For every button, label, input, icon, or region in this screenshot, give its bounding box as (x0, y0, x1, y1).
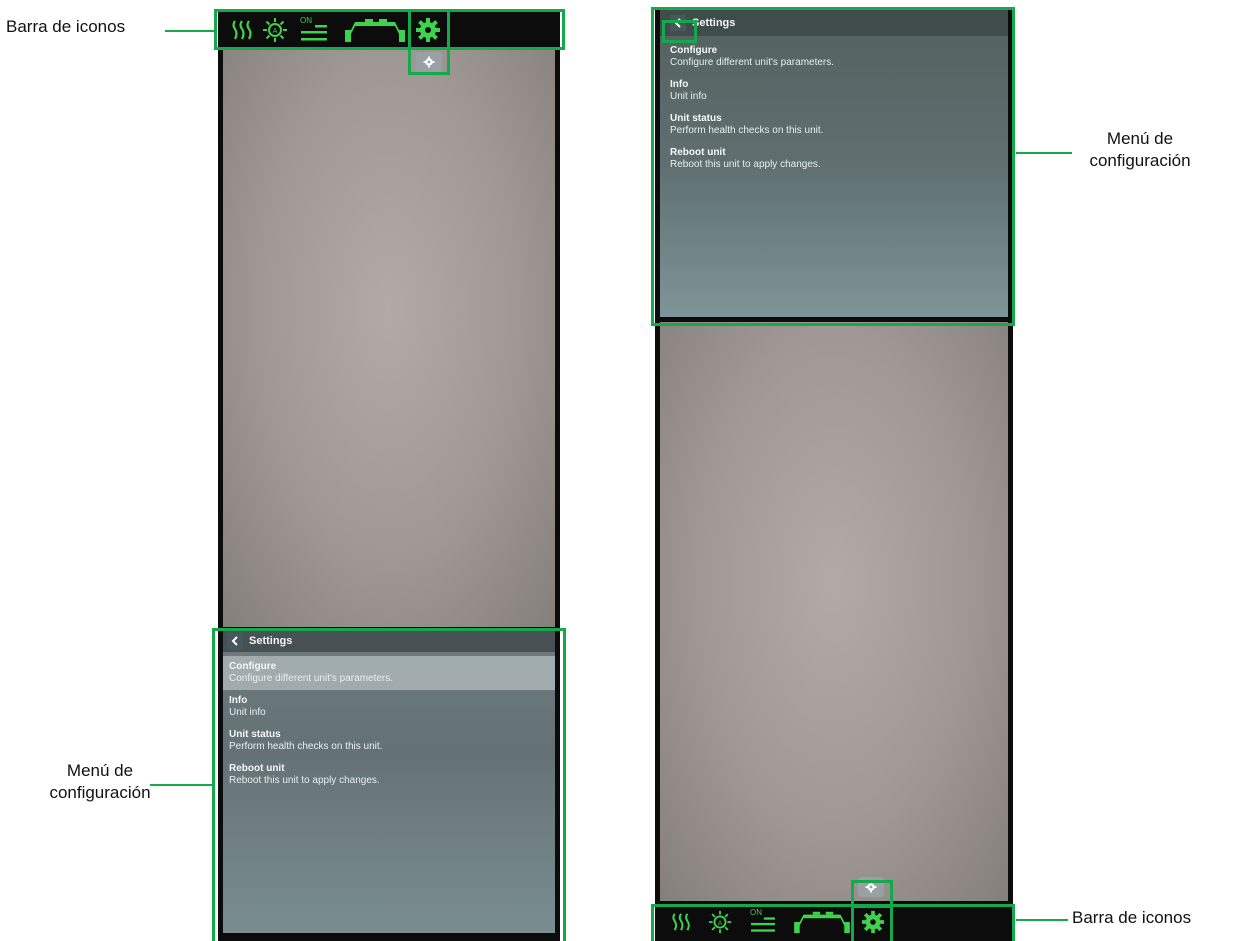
annotation-line (165, 30, 215, 32)
main-screen (223, 50, 555, 627)
annotation-line (150, 784, 212, 786)
config-menu-highlight (212, 628, 566, 941)
icon-bar-highlight (651, 904, 1015, 941)
back-button-highlight (662, 20, 697, 43)
icon-bar-annotation: Barra de iconos (1072, 908, 1192, 927)
gear-button-highlight (408, 47, 450, 75)
main-screen (660, 322, 1008, 901)
annotation-line (1016, 919, 1068, 921)
gear-icon-highlight (408, 9, 450, 50)
config-menu-annotation: Menú de configuración (1089, 129, 1191, 170)
icon-bar-annotation: Barra de iconos (6, 17, 126, 36)
gear-icon-highlight (851, 904, 893, 941)
config-menu-annotation: Menú de configuración (49, 761, 151, 802)
config-menu-highlight (651, 7, 1015, 326)
icon-bar-highlight (214, 9, 565, 50)
